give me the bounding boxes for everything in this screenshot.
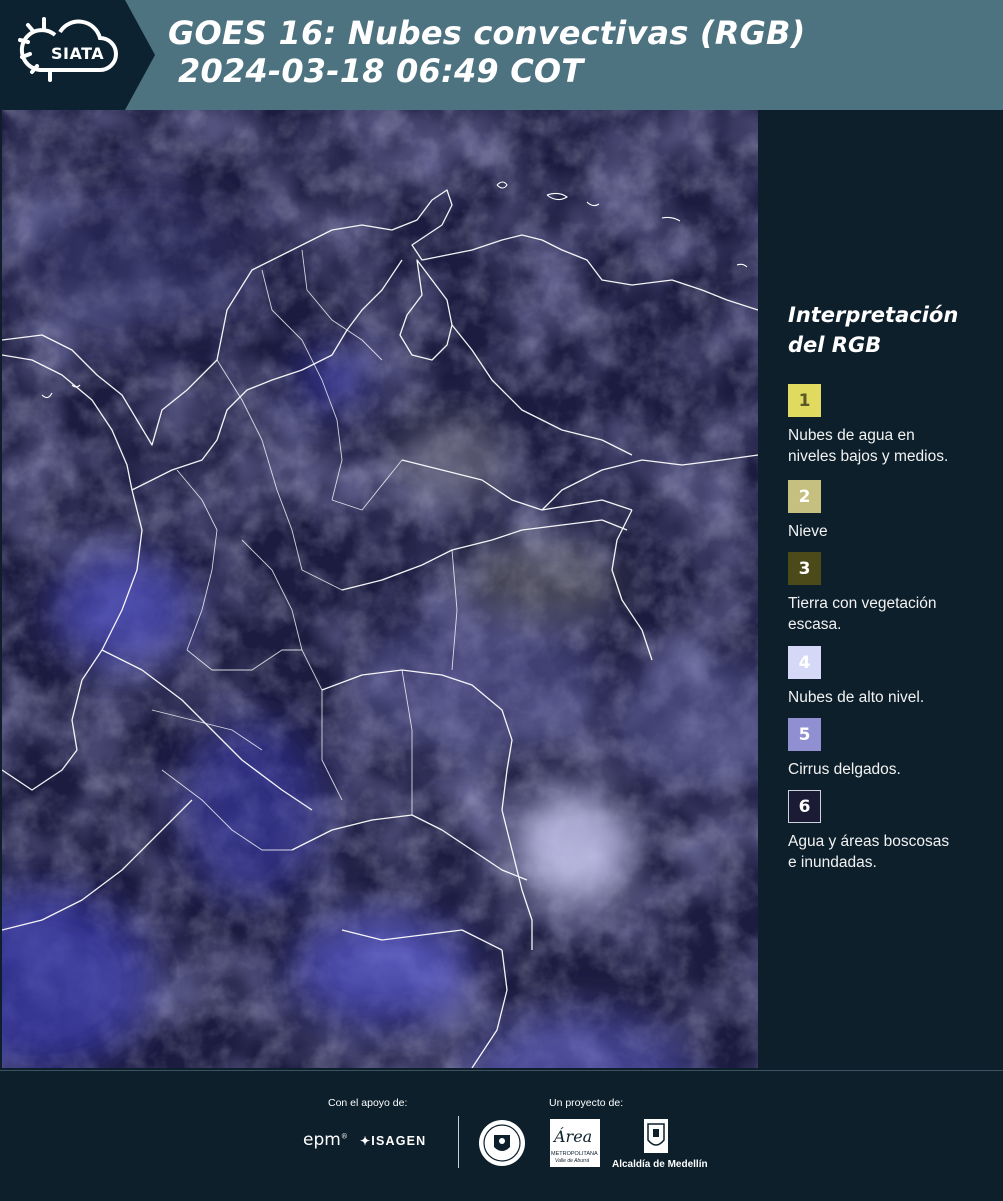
legend-label-line: Nieve (788, 523, 828, 540)
legend-label: Nubes de alto nivel. (788, 687, 988, 708)
legend-label: Cirrus delgados. (788, 759, 988, 780)
support-label: Con el apoyo de: (328, 1097, 408, 1109)
header-bar: SIATA GOES 16: Nubes convectivas (RGB) 2… (0, 0, 1003, 110)
alcaldia-shield-icon (643, 1118, 669, 1154)
satellite-map (2, 110, 758, 1068)
legend-label-line: escasa. (788, 616, 842, 633)
title-line-2: 2024-03-18 06:49 COT (178, 52, 584, 90)
legend-title-line-1: Interpretación (788, 303, 959, 327)
legend-item-6: 6 Agua y áreas boscosas e inundadas. (788, 790, 988, 873)
legend-item-3: 3 Tierra con vegetación escasa. (788, 552, 988, 635)
satellite-image (2, 110, 758, 1068)
legend-swatch: 5 (788, 718, 821, 751)
legend-label: Nubes de agua en niveles bajos y medios. (788, 425, 988, 467)
legend-label-line: Tierra con vegetación (788, 595, 937, 612)
legend-label: Nieve (788, 521, 988, 542)
epm-logo-text: epm (303, 1130, 341, 1150)
title-line-1: GOES 16: Nubes convectivas (RGB) (168, 14, 806, 52)
isagen-icon: ✦ (360, 1134, 372, 1148)
isagen-logo-text: ISAGEN (371, 1134, 427, 1148)
area-logo-sub2: Valle de Aburrá (555, 1158, 590, 1164)
siata-logo: SIATA (0, 0, 155, 110)
legend-title: Interpretación del RGB (788, 300, 988, 360)
medellin-seal-icon (478, 1119, 526, 1167)
legend-item-4: 4 Nubes de alto nivel. (788, 646, 988, 708)
legend-label-line: e inundadas. (788, 854, 877, 871)
legend-label-line: niveles bajos y medios. (788, 448, 949, 465)
legend-title-line-2: del RGB (788, 333, 882, 357)
legend-swatch: 2 (788, 480, 821, 513)
page-title: GOES 16: Nubes convectivas (RGB) 2024-03… (168, 14, 805, 90)
area-logo-text: Área (554, 1127, 593, 1146)
footer-divider (458, 1116, 459, 1168)
legend-swatch: 3 (788, 552, 821, 585)
area-logo-sub1: METROPOLITANA (551, 1151, 598, 1157)
legend-label: Tierra con vegetación escasa. (788, 593, 988, 635)
legend: Interpretación del RGB 1 Nubes de agua e… (788, 300, 988, 871)
legend-swatch: 1 (788, 384, 821, 417)
area-metropolitana-logo: Área METROPOLITANA Valle de Aburrá (550, 1119, 600, 1167)
legend-label-line: Nubes de alto nivel. (788, 689, 925, 706)
epm-logo: epm® (303, 1130, 348, 1150)
alcaldia-text: Alcaldía de Medellín (612, 1159, 708, 1170)
project-label: Un proyecto de: (549, 1097, 624, 1109)
legend-swatch: 6 (788, 790, 821, 823)
legend-label-line: Nubes de agua en (788, 427, 915, 444)
legend-item-1: 1 Nubes de agua en niveles bajos y medio… (788, 384, 988, 467)
legend-swatch: 4 (788, 646, 821, 679)
legend-item-2: 2 Nieve (788, 480, 988, 542)
legend-label-line: Agua y áreas boscosas (788, 833, 950, 850)
legend-label-line: Cirrus delgados. (788, 761, 901, 778)
legend-label: Agua y áreas boscosas e inundadas. (788, 831, 988, 873)
logo-text: SIATA (51, 44, 105, 63)
isagen-logo: ✦ISAGEN (360, 1134, 426, 1148)
legend-item-5: 5 Cirrus delgados. (788, 718, 988, 780)
